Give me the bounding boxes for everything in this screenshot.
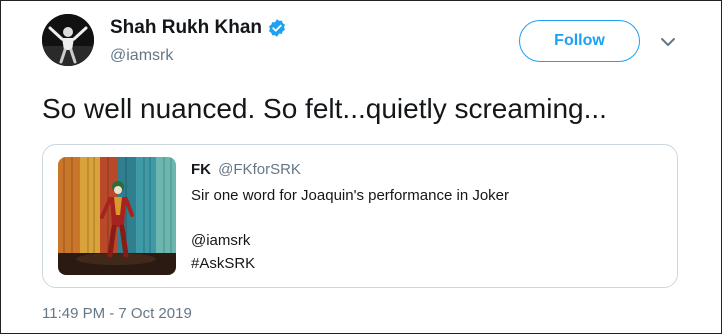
avatar-image (42, 14, 94, 66)
author-handle[interactable]: @iamsrk (110, 46, 173, 66)
quoted-tweet-header: FK @FKforSRK (191, 161, 301, 179)
avatar[interactable] (42, 14, 94, 66)
quoted-author-name: FK (191, 161, 211, 178)
author-name[interactable]: Shah Rukh Khan (110, 17, 262, 39)
quoted-author-handle: @FKforSRK (218, 161, 301, 178)
follow-button[interactable]: Follow (519, 20, 640, 62)
quoted-tweet-hashtag[interactable]: #AskSRK (191, 255, 255, 273)
quoted-tweet-text: Sir one word for Joaquin's performance i… (191, 187, 510, 204)
quoted-tweet-mention[interactable]: @iamsrk (191, 232, 250, 250)
quoted-tweet-image[interactable] (58, 157, 176, 275)
joker-stage-image (58, 157, 176, 275)
verified-badge-icon (269, 19, 285, 37)
author-name-row[interactable]: Shah Rukh Khan (110, 17, 287, 39)
quoted-tweet-card[interactable]: FK @FKforSRK Sir one word for Joaquin's … (42, 144, 678, 288)
tweet-timestamp[interactable]: 11:49 PM - 7 Oct 2019 (42, 305, 192, 323)
chevron-down-icon[interactable] (660, 35, 676, 49)
tweet-text: So well nuanced. So felt...quietly screa… (42, 93, 607, 124)
